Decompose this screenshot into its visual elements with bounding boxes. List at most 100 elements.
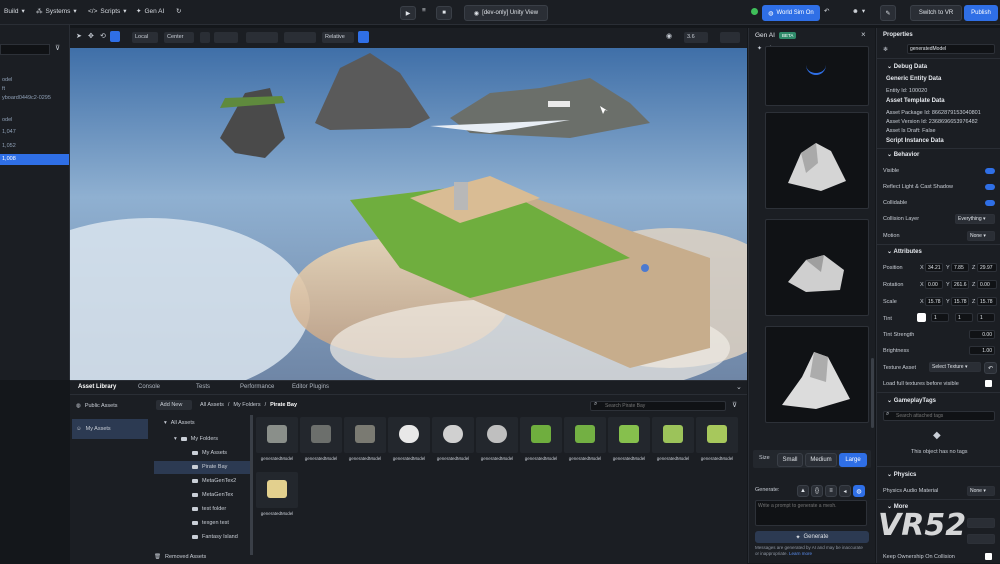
relative-dropdown[interactable]: Relative bbox=[322, 32, 354, 43]
more-dropdown-1[interactable] bbox=[967, 518, 995, 528]
generate-button[interactable]: ✦ Generate bbox=[755, 531, 869, 543]
object-name-field[interactable]: generatedModel bbox=[907, 44, 995, 54]
generated-result-card[interactable] bbox=[765, 219, 869, 316]
scripts-menu[interactable]: </> Scripts ▾ bbox=[88, 7, 127, 16]
physics-audio-dropdown[interactable]: None ▾ bbox=[967, 486, 995, 496]
asset-thumbnail[interactable] bbox=[344, 417, 386, 453]
mesh-type-button[interactable]: ▲ bbox=[797, 485, 809, 497]
rotation-y-field[interactable]: 261.6 bbox=[951, 280, 969, 289]
hierarchy-row[interactable]: 1,047 bbox=[0, 127, 69, 138]
hierarchy-row-selected[interactable]: 1,008 bbox=[0, 154, 69, 165]
gizmo-button[interactable] bbox=[358, 31, 369, 43]
move-tool-icon[interactable]: ✥ bbox=[88, 32, 94, 40]
undo-button[interactable]: ↶ bbox=[824, 7, 829, 15]
tree-item-pirate-bay[interactable]: Pirate Bay bbox=[192, 461, 227, 474]
tint-r-field[interactable]: 1 bbox=[931, 313, 949, 322]
snap-value-field[interactable] bbox=[214, 32, 238, 43]
tree-item-my-folders[interactable]: ▾ My Folders bbox=[174, 433, 218, 446]
breadcrumb-pirate-bay[interactable]: Pirate Bay bbox=[270, 402, 297, 408]
scale-tool-button[interactable] bbox=[110, 31, 120, 42]
more-dropdown-2[interactable] bbox=[967, 534, 995, 544]
world-sim-button[interactable]: ◍ World Sim On bbox=[762, 5, 820, 21]
add-new-dropdown[interactable]: Add New bbox=[156, 400, 192, 410]
rotation-x-field[interactable]: 0.00 bbox=[925, 280, 943, 289]
code-type-button[interactable]: {} bbox=[811, 485, 823, 497]
tree-item-metagentex2[interactable]: MetaGenTex2 bbox=[192, 475, 236, 488]
brightness-field[interactable]: 1.00 bbox=[969, 346, 995, 355]
reset-texture-button[interactable]: ↶ bbox=[984, 362, 997, 374]
debug-section-header[interactable]: ⌄ Debug Data bbox=[887, 63, 927, 70]
behavior-section-header[interactable]: ⌄ Behavior bbox=[887, 151, 919, 158]
tree-scrollbar[interactable] bbox=[250, 415, 253, 555]
scale-x-field[interactable]: 15.78 bbox=[925, 297, 943, 306]
asset-thumbnail[interactable] bbox=[476, 417, 518, 453]
switch-vr-button[interactable]: Switch to VR bbox=[910, 5, 962, 21]
keep-ownership-checkbox[interactable] bbox=[985, 553, 992, 560]
filter-icon[interactable]: ⊽ bbox=[55, 44, 60, 52]
texture-type-button[interactable]: ◍ bbox=[853, 485, 865, 497]
tag-search-input[interactable] bbox=[883, 411, 995, 421]
asset-thumbnail[interactable] bbox=[256, 472, 298, 508]
asset-thumbnail[interactable] bbox=[608, 417, 650, 453]
publish-button[interactable]: Publish bbox=[964, 5, 998, 21]
collapse-icon[interactable]: ⌄ bbox=[736, 383, 742, 391]
size-large-button[interactable]: Large bbox=[839, 453, 867, 467]
tree-item-fantasy-island[interactable]: Fantasy Island bbox=[192, 531, 238, 544]
systems-menu[interactable]: ⁂ Systems ▾ bbox=[36, 7, 77, 16]
center-dropdown[interactable]: Center bbox=[164, 32, 194, 43]
tint-b-field[interactable]: 1 bbox=[977, 313, 995, 322]
gen-ai-scrollbar[interactable] bbox=[871, 358, 874, 428]
scale-z-field[interactable]: 15.78 bbox=[977, 297, 997, 306]
tab-asset-library[interactable]: Asset Library bbox=[78, 384, 116, 390]
tree-item-my-assets[interactable]: My Assets bbox=[192, 447, 227, 460]
rotation-z-field[interactable]: 0.00 bbox=[977, 280, 997, 289]
play-button[interactable]: ▶ bbox=[400, 6, 416, 20]
prompt-input[interactable] bbox=[755, 500, 867, 526]
reflect-toggle[interactable] bbox=[985, 184, 995, 190]
asset-search-input[interactable] bbox=[590, 401, 726, 411]
load-full-textures-checkbox[interactable] bbox=[985, 380, 992, 387]
camera-icon[interactable]: ◉ bbox=[666, 32, 672, 40]
avatar-menu[interactable]: ☻ ▾ bbox=[852, 7, 865, 16]
my-assets-nav[interactable]: ☺ My Assets bbox=[72, 419, 148, 439]
tab-performance[interactable]: Performance bbox=[240, 384, 274, 390]
select-tool-icon[interactable]: ➤ bbox=[76, 32, 82, 40]
hierarchy-row[interactable]: 1,052 bbox=[0, 141, 69, 152]
edit-button[interactable]: ✎ bbox=[880, 5, 896, 21]
hierarchy-row[interactable]: odel bbox=[0, 115, 69, 126]
local-dropdown[interactable]: Local bbox=[132, 32, 158, 43]
build-menu[interactable]: Build ▾ bbox=[4, 7, 25, 16]
asset-thumbnail[interactable] bbox=[520, 417, 562, 453]
hierarchy-row[interactable]: yboard0449c2-0295 bbox=[0, 93, 69, 104]
tree-item-removed-assets[interactable]: 🗑 Removed Assets bbox=[154, 551, 206, 564]
filter-icon[interactable]: ⊽ bbox=[732, 401, 737, 409]
public-assets-nav[interactable]: ◍ Public Assets bbox=[76, 403, 118, 409]
asset-thumbnail[interactable] bbox=[652, 417, 694, 453]
tree-item-texgen-test[interactable]: texgen test bbox=[192, 517, 229, 530]
tab-console[interactable]: Console bbox=[138, 384, 160, 390]
position-x-field[interactable]: 34.21 bbox=[925, 263, 943, 272]
asset-thumbnail[interactable] bbox=[564, 417, 606, 453]
asset-thumbnail[interactable] bbox=[432, 417, 474, 453]
collidable-toggle[interactable] bbox=[985, 200, 995, 206]
visible-toggle[interactable] bbox=[985, 168, 995, 174]
motion-dropdown[interactable]: None ▾ bbox=[967, 231, 995, 241]
size-small-button[interactable]: Small bbox=[777, 453, 803, 467]
gameplay-tags-header[interactable]: ⌄ GameplayTags bbox=[887, 397, 936, 404]
asset-thumbnail[interactable] bbox=[300, 417, 342, 453]
generated-result-card[interactable] bbox=[765, 46, 869, 106]
breadcrumb-all-assets[interactable]: All Assets bbox=[200, 402, 224, 408]
grid-snap-button[interactable] bbox=[200, 32, 210, 43]
rotate-tool-icon[interactable]: ⟲ bbox=[100, 32, 106, 40]
tree-item-metagentex[interactable]: MetaGenTex bbox=[192, 489, 233, 502]
tab-editor-plugins[interactable]: Editor Plugins bbox=[292, 384, 329, 390]
audio-type-button[interactable]: ◂ bbox=[839, 485, 851, 497]
attributes-section-header[interactable]: ⌄ Attributes bbox=[887, 248, 922, 255]
view-options-dropdown[interactable] bbox=[720, 32, 740, 43]
tree-item-test-folder[interactable]: test folder bbox=[192, 503, 226, 516]
breadcrumb-my-folders[interactable]: My Folders bbox=[233, 402, 260, 408]
generated-result-card[interactable] bbox=[765, 112, 869, 209]
select-texture-dropdown[interactable]: Select Texture ▾ bbox=[929, 362, 981, 372]
physics-section-header[interactable]: ⌄ Physics bbox=[887, 471, 916, 478]
rotate-snap-field[interactable] bbox=[246, 32, 278, 43]
